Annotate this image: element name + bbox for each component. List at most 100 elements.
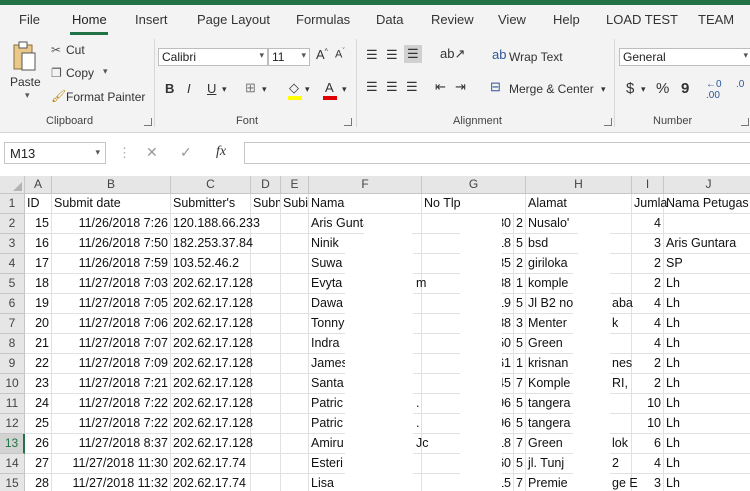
tab-insert[interactable]: Insert	[135, 12, 168, 27]
grid-cell[interactable]: 1	[514, 274, 526, 294]
grid-cell[interactable]: 202.62.17.74	[171, 454, 251, 474]
cut-button[interactable]: Cut	[66, 43, 85, 57]
decrease-decimal-icon[interactable]: .0	[736, 79, 744, 90]
grid-cell[interactable]: 7	[514, 374, 526, 394]
grid-cell[interactable]: 18	[25, 274, 52, 294]
cancel-icon[interactable]: ✕	[146, 144, 158, 161]
grid-cell[interactable]: Lh	[664, 434, 750, 454]
copy-dropdown-icon[interactable]: ▾	[103, 66, 108, 77]
tab-help[interactable]: Help	[553, 12, 580, 27]
grid-cell[interactable]	[251, 454, 281, 474]
grid-cell[interactable]: 6	[632, 434, 664, 454]
grid-cell[interactable]: Lh	[664, 394, 750, 414]
grid-cell[interactable]	[251, 354, 281, 374]
grid-cell[interactable]: 17	[25, 254, 52, 274]
grid-cell[interactable]: 7	[514, 434, 526, 454]
row-header[interactable]: 2	[0, 214, 25, 234]
number-launcher-icon[interactable]	[741, 118, 749, 126]
grid-cell[interactable]: 23	[25, 374, 52, 394]
currency-dropdown-icon[interactable]: ▾	[641, 84, 646, 95]
align-top-icon[interactable]: ☰	[366, 47, 378, 63]
clipboard-launcher-icon[interactable]	[144, 118, 152, 126]
header-cell[interactable]: Submit date	[52, 194, 171, 214]
grid-cell[interactable]: 2	[632, 354, 664, 374]
grid-cell[interactable]: Lh	[664, 414, 750, 434]
grid-cell[interactable]: 2	[632, 274, 664, 294]
number-format-combo[interactable]: General ▾	[619, 48, 750, 66]
grid-cell[interactable]: 28	[25, 474, 52, 491]
grid-cell[interactable]: 3	[514, 314, 526, 334]
column-header-e[interactable]: E	[281, 176, 309, 194]
grid-cell[interactable]: 11/27/2018 7:05	[52, 294, 171, 314]
insert-function-button[interactable]: fx	[216, 144, 226, 160]
tab-review[interactable]: Review	[431, 12, 474, 27]
grid-cell[interactable]: 11/27/2018 11:32	[52, 474, 171, 491]
grid-cell[interactable]: 11/27/2018 11:30	[52, 454, 171, 474]
row-header[interactable]: 11	[0, 394, 25, 414]
grid-cell[interactable]: 120.188.66.233	[171, 214, 260, 234]
header-cell[interactable]: Subm	[251, 194, 281, 214]
grid-cell[interactable]: Lh	[664, 294, 750, 314]
merge-dropdown-icon[interactable]: ▾	[601, 84, 606, 95]
grid-cell[interactable]: 27	[25, 454, 52, 474]
paste-dropdown-icon[interactable]: ▾	[25, 90, 30, 101]
tab-data[interactable]: Data	[376, 12, 403, 27]
tab-page-layout[interactable]: Page Layout	[197, 12, 270, 27]
grid-cell[interactable]: Lh	[664, 354, 750, 374]
grid-cell[interactable]	[251, 314, 281, 334]
name-box[interactable]: M13 ▾	[4, 142, 106, 164]
row-header[interactable]: 6	[0, 294, 25, 314]
grid-cell[interactable]: 11/27/2018 7:07	[52, 334, 171, 354]
worksheet-grid[interactable]: A B C D E F G H I J 1 2 3 4 5 6 7 8 9 10 11 12 13 14 15 ID Submit …	[0, 176, 750, 491]
grid-cell[interactable]	[281, 254, 309, 274]
grid-cell[interactable]	[251, 434, 281, 454]
align-right-icon[interactable]: ☰	[406, 79, 418, 95]
row-header[interactable]: 5	[0, 274, 25, 294]
format-painter-button[interactable]: Format Painter	[66, 90, 145, 104]
grid-cell[interactable]	[281, 354, 309, 374]
header-cell[interactable]: Subi	[281, 194, 309, 214]
column-header-b[interactable]: B	[52, 176, 171, 194]
header-cell[interactable]: Submitter's	[171, 194, 251, 214]
tab-view[interactable]: View	[498, 12, 526, 27]
grid-cell[interactable]	[281, 234, 309, 254]
row-header[interactable]: 8	[0, 334, 25, 354]
column-header-a[interactable]: A	[25, 176, 52, 194]
grid-cell[interactable]: 11/27/2018 7:06	[52, 314, 171, 334]
grid-cell[interactable]	[281, 374, 309, 394]
grid-cell[interactable]: 202.62.17.128	[171, 314, 253, 334]
grid-cell[interactable]	[251, 294, 281, 314]
grid-cell[interactable]	[251, 274, 281, 294]
grid-cell[interactable]	[281, 394, 309, 414]
grid-cell[interactable]: 10	[632, 394, 664, 414]
grid-cell[interactable]: 2	[632, 374, 664, 394]
grid-cell[interactable]: 202.62.17.128	[171, 274, 253, 294]
grid-cell[interactable]	[281, 414, 309, 434]
grid-cell[interactable]: 11/27/2018 8:37	[52, 434, 171, 454]
grid-cell[interactable]: 5	[514, 454, 526, 474]
font-size-combo[interactable]: 11 ▾	[268, 48, 310, 66]
formula-input[interactable]	[244, 142, 750, 164]
tab-home[interactable]: Home	[72, 12, 107, 27]
grid-cell[interactable]: 5	[514, 394, 526, 414]
font-color-icon[interactable]: A	[325, 80, 334, 95]
wrap-text-button[interactable]: Wrap Text	[509, 50, 563, 64]
grid-cell[interactable]: Lh	[664, 474, 750, 491]
grid-cell[interactable]	[281, 334, 309, 354]
grid-cell[interactable]: 7	[514, 474, 526, 491]
grid-cell[interactable]	[281, 294, 309, 314]
paste-button[interactable]: Paste	[10, 75, 41, 89]
grid-cell[interactable]	[664, 214, 750, 234]
tab-load-test[interactable]: LOAD TEST	[606, 12, 678, 27]
select-all-corner[interactable]	[0, 176, 25, 194]
grid-cell[interactable]: 103.52.46.2	[171, 254, 251, 274]
grid-cell[interactable]: Lh	[664, 334, 750, 354]
grid-cell[interactable]: 11/27/2018 7:09	[52, 354, 171, 374]
grid-cell[interactable]: 4	[632, 294, 664, 314]
paste-icon[interactable]	[11, 41, 37, 73]
align-center-icon[interactable]: ☰	[386, 79, 398, 95]
grid-cell[interactable]: 5	[514, 234, 526, 254]
orientation-icon[interactable]: ab↗	[440, 46, 465, 62]
grid-cell[interactable]	[251, 214, 281, 234]
grid-cell[interactable]: 11/26/2018 7:59	[52, 254, 171, 274]
